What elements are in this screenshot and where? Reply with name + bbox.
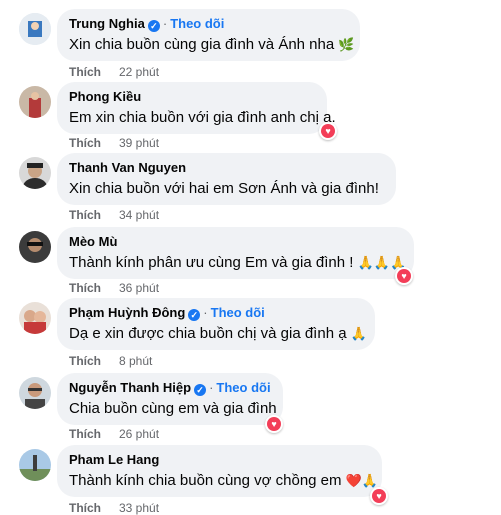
comment-time[interactable]: 39 phút <box>119 136 159 150</box>
like-button[interactable]: Thích <box>69 208 101 222</box>
commenter-name[interactable]: Phong Kiều <box>69 89 141 104</box>
comment-item: Pham Le Hang Thành kính chia buồn cùng v… <box>0 441 501 515</box>
comment-bubble: Thanh Van Nguyen Xin chia buồn với hai e… <box>57 153 396 205</box>
avatar[interactable] <box>19 302 51 334</box>
like-button[interactable]: Thích <box>69 136 101 150</box>
avatar[interactable] <box>19 157 51 189</box>
comment-bubble: Trung Nghia ✓ · Theo dõi Xin chia buồn cùng… <box>57 9 360 61</box>
follow-button[interactable]: Theo dõi <box>211 305 265 320</box>
like-button[interactable]: Thích <box>69 427 101 441</box>
heart-icon: ♥ <box>372 489 386 503</box>
avatar[interactable] <box>19 86 51 118</box>
reaction-badge[interactable]: ♥ <box>370 487 388 505</box>
follow-button[interactable]: Theo dõi <box>170 16 224 31</box>
heart-pray-emoji-icon: ❤️🙏 <box>345 473 379 488</box>
comment-item: Phong Kiều Em xin chia buồn với gia đình… <box>0 78 501 151</box>
comment-text: Dạ e xin được chia buồn chị và gia đình … <box>69 325 347 342</box>
verified-badge-icon: ✓ <box>188 309 201 321</box>
comment-time[interactable]: 36 phút <box>119 281 159 295</box>
avatar[interactable] <box>19 377 51 409</box>
commenter-name[interactable]: Nguyễn Thanh Hiệp <box>69 380 191 395</box>
comment-item: Mèo Mù Thành kính phân ưu cùng Em và gia… <box>0 223 501 296</box>
comment-bubble: Phong Kiều Em xin chia buồn với gia đình… <box>57 82 336 134</box>
comment-text: Xin chia buồn cùng gia đình và Ánh nha <box>69 36 335 53</box>
verified-badge-icon: ✓ <box>147 20 160 32</box>
heart-icon: ♥ <box>267 417 281 431</box>
verified-badge-icon: ✓ <box>194 384 207 396</box>
commenter-name[interactable]: Pham Le Hang <box>69 452 159 467</box>
avatar[interactable] <box>19 13 51 45</box>
heart-icon: ♥ <box>397 269 411 283</box>
comment-item: Thanh Van Nguyen Xin chia buồn với hai e… <box>0 149 501 222</box>
comment-bubble: Mèo Mù Thành kính phân ưu cùng Em và gia… <box>57 227 414 279</box>
commenter-name[interactable]: Trung Nghia <box>69 16 145 31</box>
pray-emoji-icon: 🙏 <box>350 326 367 341</box>
comment-time[interactable]: 26 phút <box>119 427 159 441</box>
comment-time[interactable]: 34 phút <box>119 208 159 222</box>
comment-text: Xin chia buồn với hai em Sơn Ánh và gia … <box>69 180 379 197</box>
comment-item: Trung Nghia ✓ · Theo dõi Xin chia buồn cùng… <box>0 5 501 79</box>
comment-text: Em xin chia buồn với gia đình anh chị ạ. <box>69 109 336 126</box>
commenter-name[interactable]: Thanh Van Nguyen <box>69 160 186 175</box>
comment-bubble: Pham Le Hang Thành kính chia buồn cùng v… <box>57 445 382 497</box>
comment-item: Phạm Huỳnh Đông ✓ · Theo dõi Dạ e xin được … <box>0 294 501 368</box>
follow-button[interactable]: Theo dõi <box>216 380 270 395</box>
commenter-name[interactable]: Phạm Huỳnh Đông <box>69 305 185 320</box>
comment-text: Thành kính phân ưu cùng Em và gia đình ! <box>69 254 354 271</box>
comment-bubble: Nguyễn Thanh Hiệp ✓ · Theo dõi Chia buồn cù… <box>57 373 283 425</box>
comment-time[interactable]: 8 phút <box>119 354 152 368</box>
herb-emoji-icon: 🌿 <box>338 37 355 52</box>
avatar[interactable] <box>19 231 51 263</box>
like-button[interactable]: Thích <box>69 65 101 79</box>
like-button[interactable]: Thích <box>69 281 101 295</box>
comment-text: Chia buồn cùng em và gia đình <box>69 400 277 417</box>
reaction-badge[interactable]: ♥ <box>319 122 337 140</box>
comment-time[interactable]: 22 phút <box>119 65 159 79</box>
commenter-name[interactable]: Mèo Mù <box>69 234 117 249</box>
reaction-badge[interactable]: ♥ <box>395 267 413 285</box>
reaction-badge[interactable]: ♥ <box>265 415 283 433</box>
like-button[interactable]: Thích <box>69 354 101 368</box>
avatar[interactable] <box>19 449 51 481</box>
comment-item: Nguyễn Thanh Hiệp ✓ · Theo dõi Chia buồn cù… <box>0 369 501 442</box>
comment-text: Thành kính chia buồn cùng vợ chồng em <box>69 472 342 489</box>
comment-bubble: Phạm Huỳnh Đông ✓ · Theo dõi Dạ e xin được … <box>57 298 375 350</box>
heart-icon: ♥ <box>321 124 335 138</box>
